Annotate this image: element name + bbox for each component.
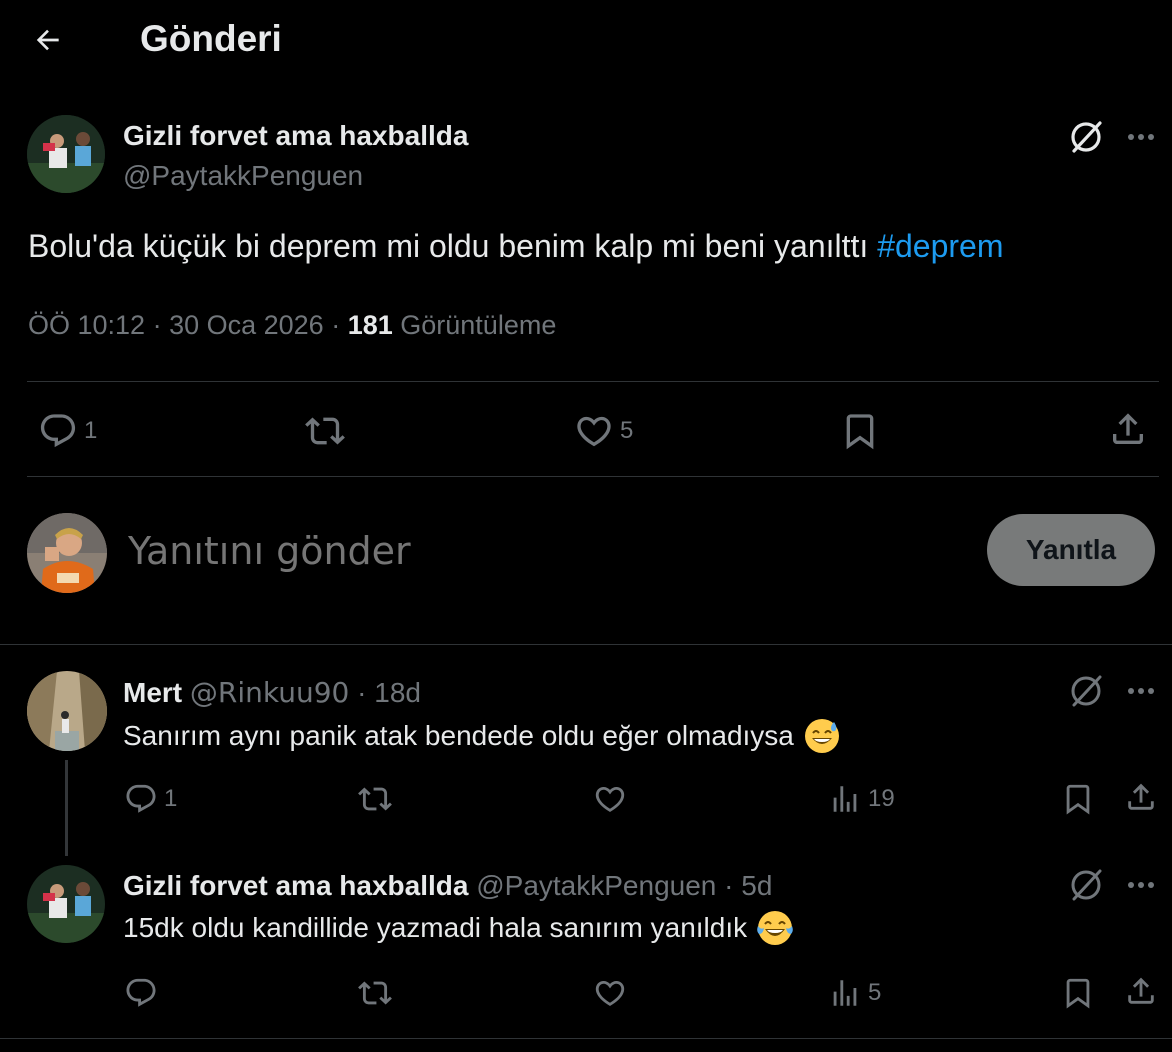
grok-icon[interactable]	[1067, 866, 1105, 904]
reply-text-body: 15dk oldu kandillide yazmadi hala sanırı…	[123, 912, 748, 943]
post-date[interactable]: 30 Oca 2026	[169, 310, 324, 340]
user-avatar[interactable]	[27, 513, 107, 593]
views-count: 181	[347, 310, 393, 340]
reply-button[interactable]	[124, 976, 164, 1010]
reply-count: 1	[164, 785, 178, 812]
share-icon	[1128, 783, 1154, 810]
bookmark-icon	[1066, 978, 1090, 1009]
reply-item[interactable]: Gizli forvet ama haxballda @PaytakkPengu…	[0, 865, 1172, 1040]
grok-icon[interactable]	[1067, 118, 1105, 156]
bookmark-button[interactable]	[1061, 782, 1095, 816]
meta-separator: ·	[145, 310, 170, 340]
repost-button[interactable]	[303, 411, 347, 451]
tears-of-joy-emoji-icon	[757, 911, 793, 945]
views-count: 5	[868, 979, 882, 1006]
repost-icon	[358, 981, 392, 1005]
divider	[0, 644, 1172, 645]
heart-icon	[595, 980, 625, 1006]
reply-author-name[interactable]: Mert	[123, 677, 182, 708]
share-button[interactable]	[1124, 974, 1158, 1008]
post-time[interactable]: ÖÖ 10:12	[28, 310, 145, 340]
post-text: Bolu'da küçük bi deprem mi oldu benim ka…	[28, 228, 1004, 265]
share-button[interactable]	[1124, 780, 1158, 814]
grok-icon[interactable]	[1067, 672, 1105, 710]
reply-header: Gizli forvet ama haxballda @PaytakkPengu…	[123, 870, 772, 902]
reply-author-handle[interactable]: @Rinkuu90	[190, 676, 349, 709]
share-icon	[1113, 413, 1143, 444]
thread-line	[65, 760, 68, 856]
reply-text: Sanırım aynı panik atak bendede oldu eğe…	[123, 718, 840, 754]
views-button[interactable]: 5	[828, 976, 881, 1010]
author-name[interactable]: Gizli forvet ama haxballda	[123, 120, 468, 152]
bookmark-button[interactable]	[840, 411, 880, 451]
like-button[interactable]: 5	[574, 411, 633, 451]
bookmark-icon	[846, 414, 874, 450]
reply-icon	[126, 784, 156, 813]
meta-separator: ·	[716, 870, 742, 901]
reply-author-avatar[interactable]	[27, 865, 105, 943]
more-options-icon[interactable]	[1124, 120, 1158, 154]
like-button[interactable]	[593, 976, 627, 1010]
reply-text: 15dk oldu kandillide yazmadi hala sanırı…	[123, 910, 793, 946]
author-avatar[interactable]	[27, 115, 105, 193]
reply-text-body: Sanırım aynı panik atak bendede oldu eğe…	[123, 720, 794, 751]
reply-author-avatar[interactable]	[27, 671, 107, 751]
reply-icon	[40, 414, 76, 448]
reply-age[interactable]: 5d	[741, 870, 772, 901]
views-count: 19	[868, 785, 895, 812]
post-meta: ÖÖ 10:12 · 30 Oca 2026 · 181 Görüntüleme	[28, 310, 556, 341]
reply-item[interactable]: Mert @Rinkuu90 · 18d Sanırım aynı panik …	[0, 671, 1172, 856]
share-button[interactable]	[1108, 409, 1148, 449]
like-count: 5	[620, 417, 634, 444]
analytics-icon	[833, 980, 857, 1006]
views-button[interactable]: 19	[828, 782, 895, 816]
meta-separator: ·	[323, 310, 348, 340]
meta-separator: ·	[349, 677, 375, 708]
bookmark-button[interactable]	[1061, 976, 1095, 1010]
repost-icon	[358, 787, 392, 811]
divider	[27, 476, 1159, 477]
reply-input[interactable]	[128, 528, 948, 574]
repost-icon	[305, 417, 345, 445]
post-text-body: Bolu'da küçük bi deprem mi oldu benim ka…	[28, 228, 869, 264]
more-options-icon[interactable]	[1124, 674, 1158, 708]
hashtag-link[interactable]: #deprem	[877, 228, 1003, 264]
reply-age[interactable]: 18d	[374, 677, 421, 708]
heart-icon	[595, 786, 625, 812]
analytics-icon	[833, 786, 857, 812]
reply-count: 1	[84, 417, 98, 444]
divider	[0, 1038, 1172, 1039]
more-options-icon[interactable]	[1124, 868, 1158, 902]
reply-button[interactable]: 1	[124, 782, 177, 816]
reply-header: Mert @Rinkuu90 · 18d	[123, 676, 421, 709]
heart-icon	[577, 416, 611, 447]
page-title: Gönderi	[140, 18, 282, 59]
header: Gönderi	[0, 0, 1172, 80]
like-button[interactable]	[593, 782, 627, 816]
repost-button[interactable]	[356, 782, 394, 816]
reply-author-name[interactable]: Gizli forvet ama haxballda	[123, 870, 468, 901]
share-icon	[1128, 977, 1154, 1004]
sweat-smile-emoji-icon	[804, 719, 839, 753]
reply-submit-button[interactable]: Yanıtla	[987, 514, 1155, 586]
views-label: Görüntüleme	[392, 310, 557, 340]
bookmark-icon	[1066, 784, 1090, 815]
author-handle[interactable]: @PaytakkPenguen	[123, 160, 363, 192]
reply-author-handle[interactable]: @PaytakkPenguen	[476, 870, 716, 901]
reply-button[interactable]: 1	[38, 411, 97, 451]
back-arrow-icon[interactable]	[28, 20, 68, 60]
reply-composer: Yanıtla	[0, 478, 1172, 646]
repost-button[interactable]	[356, 976, 394, 1010]
divider	[27, 381, 1159, 382]
reply-icon	[126, 978, 156, 1007]
